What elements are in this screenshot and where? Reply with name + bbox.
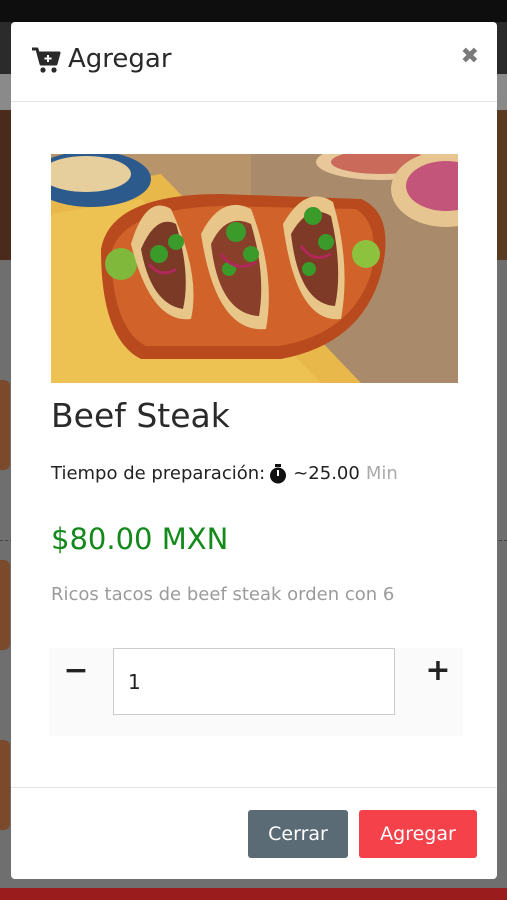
product-price: $80.00 MXN — [51, 522, 229, 556]
cart-plus-icon — [31, 46, 61, 74]
modal-footer: Cerrar Agregar — [11, 787, 497, 879]
background-food-thumb — [0, 740, 10, 830]
background-food-thumb — [0, 380, 10, 470]
product-description: Ricos tacos de beef steak orden con 6 — [51, 584, 395, 605]
increment-button[interactable]: + — [413, 648, 463, 698]
background-food-image — [497, 110, 507, 260]
prep-time-label: Tiempo de preparación: — [51, 463, 266, 484]
add-to-cart-modal: Agregar ✖ Beef Steak Tiempo de preparaci… — [11, 22, 497, 879]
prep-time-row: Tiempo de preparación: ~25.00 Min — [51, 463, 398, 484]
background-food-thumb — [0, 560, 10, 650]
close-button[interactable]: Cerrar — [248, 810, 348, 858]
product-image — [51, 154, 458, 383]
decrement-button[interactable]: − — [51, 648, 101, 698]
modal-title: Agregar — [68, 44, 172, 74]
modal-header: Agregar ✖ — [11, 22, 497, 102]
quantity-input[interactable] — [113, 648, 395, 715]
background-topbar — [0, 0, 507, 22]
add-button[interactable]: Agregar — [359, 810, 477, 858]
quantity-stepper: − + — [49, 648, 463, 736]
prep-time-unit: Min — [365, 463, 398, 484]
product-name: Beef Steak — [51, 396, 230, 435]
prep-time-value: ~25.00 — [293, 463, 360, 484]
background-bottom-bar — [0, 888, 507, 900]
close-icon[interactable]: ✖ — [461, 44, 479, 69]
stopwatch-icon — [269, 463, 287, 484]
